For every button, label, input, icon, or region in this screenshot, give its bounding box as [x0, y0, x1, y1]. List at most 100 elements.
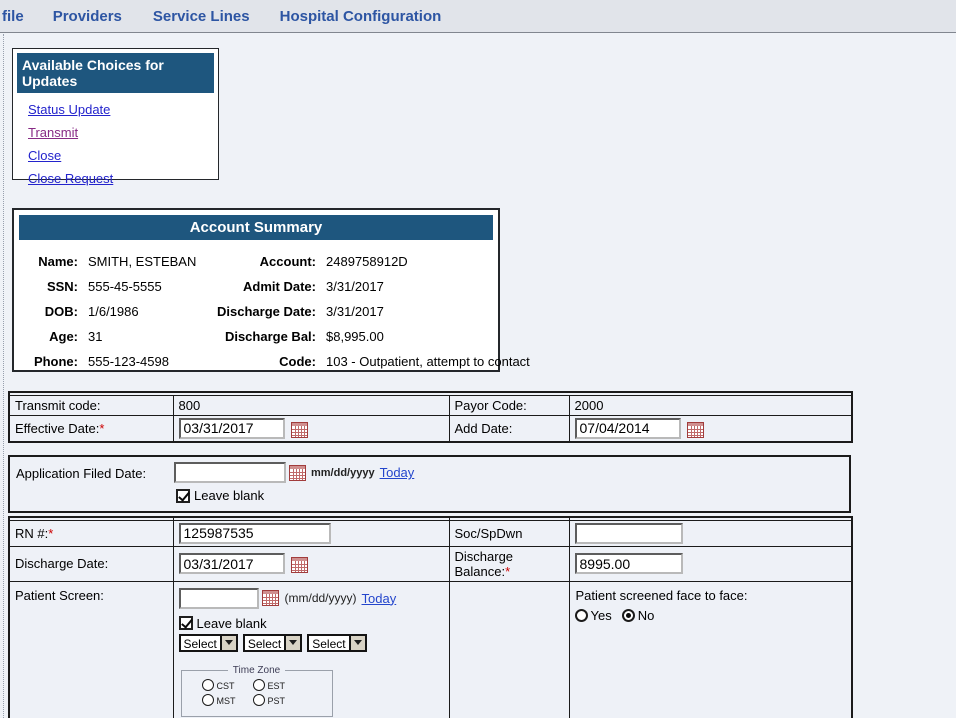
discharge-date-input[interactable]	[179, 553, 285, 574]
payor-code-value: 2000	[569, 395, 852, 415]
chevron-down-icon	[289, 640, 297, 645]
summary-value: 2489758912D	[326, 249, 530, 274]
available-choices-title: Available Choices for Updates	[17, 53, 214, 93]
summary-value: 555-45-5555	[88, 274, 200, 299]
available-choices-panel: Available Choices for Updates Status Upd…	[12, 48, 219, 180]
nav-item-file[interactable]: file	[2, 8, 24, 25]
radio-no-label: No	[638, 608, 655, 623]
calendar-icon[interactable]	[687, 422, 704, 438]
summary-label: Name:	[26, 249, 78, 274]
patient-screen-cell: (mm/dd/yyyy) Today Leave blank Select	[173, 581, 449, 718]
account-summary-panel: Account Summary Name: SMITH, ESTEBAN Acc…	[12, 208, 500, 372]
transmit-code-value: 800	[173, 395, 449, 415]
calendar-icon[interactable]	[291, 557, 308, 573]
radio-pst-label: PST	[268, 696, 288, 706]
nav-item-service-lines[interactable]: Service Lines	[153, 8, 250, 25]
dropdown-button[interactable]	[349, 636, 365, 650]
leave-blank-checkbox[interactable]	[179, 616, 193, 630]
application-filed-date-input[interactable]	[174, 462, 286, 483]
transmit-code-label: Transmit code:	[9, 395, 173, 415]
leave-blank-label: Leave blank	[197, 616, 267, 631]
account-summary-title: Account Summary	[19, 215, 493, 240]
chevron-down-icon	[354, 640, 362, 645]
screen-select-1[interactable]: Select	[179, 634, 238, 652]
calendar-icon[interactable]	[291, 422, 308, 438]
calendar-icon[interactable]	[262, 590, 279, 606]
application-filed-date-label: Application Filed Date:	[16, 466, 146, 481]
today-link[interactable]: Today	[362, 591, 397, 606]
date-format-hint: mm/dd/yyyy	[311, 467, 375, 479]
leave-blank-checkbox[interactable]	[176, 489, 190, 503]
nav-item-providers[interactable]: Providers	[53, 8, 122, 25]
summary-label: Account:	[210, 249, 316, 274]
radio-est[interactable]	[253, 679, 265, 691]
calendar-icon[interactable]	[289, 465, 306, 481]
radio-yes[interactable]	[575, 609, 588, 622]
time-zone-fieldset: Time Zone CST EST MST PST	[181, 665, 333, 717]
summary-value: 103 - Outpatient, attempt to contact	[326, 349, 530, 374]
soc-spdwn-input[interactable]	[575, 523, 683, 544]
effective-date-input[interactable]	[179, 418, 285, 439]
summary-label: Discharge Date:	[210, 299, 316, 324]
patient-screen-date-input[interactable]	[179, 588, 259, 609]
required-mark: *	[505, 564, 510, 579]
summary-value: $8,995.00	[326, 324, 530, 349]
effective-date-label: Effective Date:*	[9, 415, 173, 442]
summary-value: 555-123-4598	[88, 349, 200, 374]
face-to-face-cell: Patient screened face to face: Yes No	[569, 581, 852, 718]
application-window: file Providers Service Lines Hospital Co…	[0, 0, 956, 718]
summary-value: SMITH, ESTEBAN	[88, 249, 200, 274]
empty-cell	[449, 581, 569, 718]
leave-blank-label: Leave blank	[194, 488, 264, 503]
add-date-label: Add Date:	[449, 415, 569, 442]
date-format-hint: (mm/dd/yyyy)	[285, 591, 357, 605]
summary-label: DOB:	[26, 299, 78, 324]
link-status-update[interactable]: Status Update	[28, 103, 110, 117]
screen-select-2[interactable]: Select	[243, 634, 302, 652]
soc-spdwn-label: Soc/SpDwn	[449, 520, 569, 546]
required-mark: *	[48, 526, 53, 541]
add-date-input[interactable]	[575, 418, 681, 439]
patient-details-table: RN #:* Soc/SpDwn Discharge Date: Dischar…	[8, 516, 853, 718]
summary-value: 1/6/1986	[88, 299, 200, 324]
summary-label: Code:	[210, 349, 316, 374]
summary-label: SSN:	[26, 274, 78, 299]
today-link[interactable]: Today	[380, 465, 415, 480]
nav-item-hospital-configuration[interactable]: Hospital Configuration	[280, 8, 442, 25]
summary-value: 3/31/2017	[326, 274, 530, 299]
dropdown-button[interactable]	[284, 636, 300, 650]
radio-mst-label: MST	[217, 696, 237, 706]
link-transmit[interactable]: Transmit	[28, 126, 78, 140]
discharge-date-label: Discharge Date:	[9, 546, 173, 581]
payor-code-label: Payor Code:	[449, 395, 569, 415]
top-nav-bar: file Providers Service Lines Hospital Co…	[0, 0, 956, 33]
account-summary-grid: Name: SMITH, ESTEBAN Account: 2489758912…	[14, 245, 498, 374]
radio-cst-label: CST	[217, 681, 237, 691]
rn-number-input[interactable]	[179, 523, 331, 544]
application-filed-date-section: Application Filed Date: mm/dd/yyyy Today…	[8, 455, 851, 513]
discharge-balance-input[interactable]	[575, 553, 683, 574]
link-close[interactable]: Close	[28, 149, 61, 163]
time-zone-legend: Time Zone	[228, 665, 285, 676]
link-close-request[interactable]: Close Request	[28, 172, 113, 186]
rn-number-label: RN #:*	[9, 520, 173, 546]
dropdown-button[interactable]	[220, 636, 236, 650]
radio-est-label: EST	[268, 681, 288, 691]
radio-cst[interactable]	[202, 679, 214, 691]
summary-value: 31	[88, 324, 200, 349]
radio-yes-label: Yes	[591, 608, 612, 623]
screen-select-3[interactable]: Select	[307, 634, 366, 652]
codes-dates-table: Transmit code: 800 Payor Code: 2000 Effe…	[8, 391, 853, 443]
update-form: Transmit code: 800 Payor Code: 2000 Effe…	[8, 391, 855, 718]
summary-label: Discharge Bal:	[210, 324, 316, 349]
chevron-down-icon	[225, 640, 233, 645]
face-to-face-label: Patient screened face to face:	[576, 588, 847, 603]
summary-label: Age:	[26, 324, 78, 349]
radio-pst[interactable]	[253, 694, 265, 706]
patient-screen-label: Patient Screen:	[9, 581, 173, 718]
summary-label: Phone:	[26, 349, 78, 374]
radio-no[interactable]	[622, 609, 635, 622]
required-mark: *	[99, 421, 104, 436]
left-frame-divider	[3, 34, 4, 718]
radio-mst[interactable]	[202, 694, 214, 706]
